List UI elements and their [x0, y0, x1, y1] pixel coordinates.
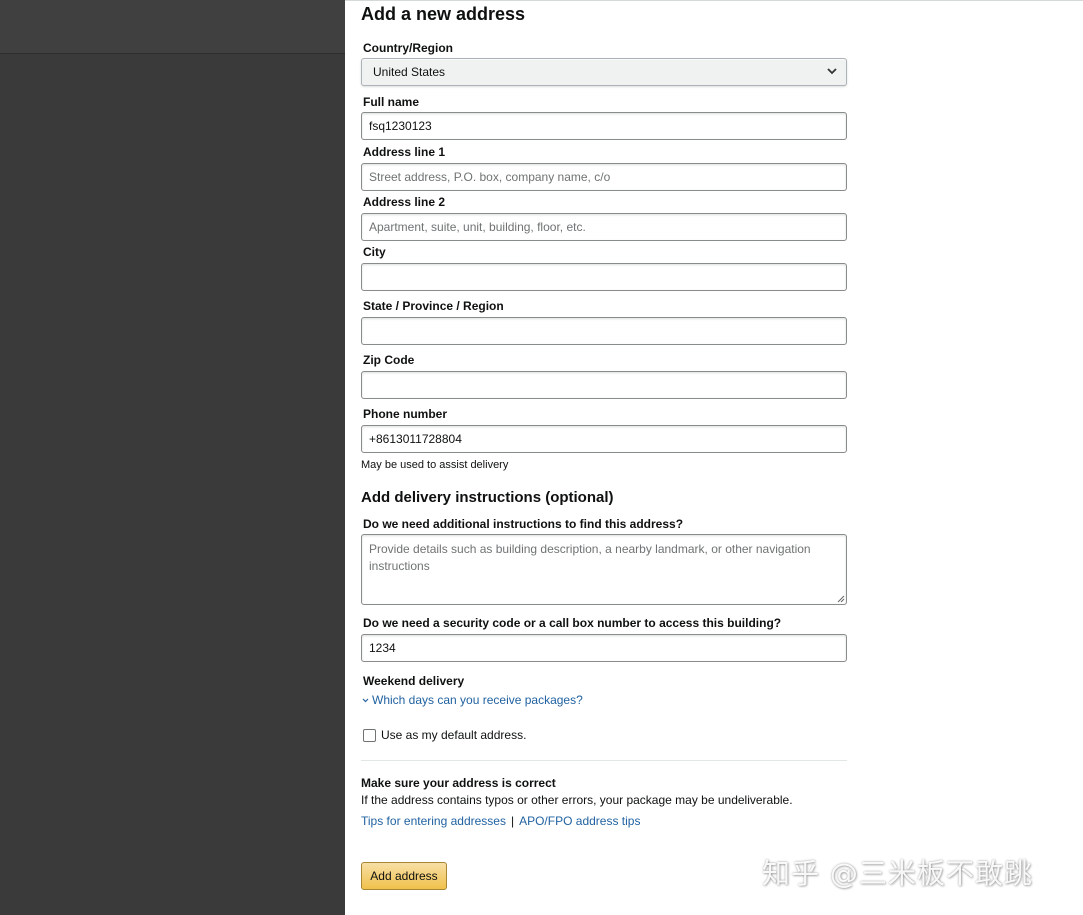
top-border [345, 0, 1083, 1]
chevron-down-icon [827, 68, 837, 75]
address-line1-input[interactable]: Street address, P.O. box, company name, … [361, 163, 847, 191]
zip-label: Zip Code [363, 353, 415, 367]
address-line2-label: Address line 2 [363, 195, 446, 209]
default-address-row[interactable]: Use as my default address. [363, 727, 526, 743]
state-label: State / Province / Region [363, 299, 504, 313]
address-line2-input[interactable]: Apartment, suite, unit, building, floor,… [361, 213, 847, 241]
resize-handle-icon[interactable] [836, 594, 845, 603]
city-input[interactable] [361, 263, 847, 291]
phone-input[interactable]: +8613011728804 [361, 425, 847, 453]
default-address-label: Use as my default address. [381, 728, 527, 742]
apo-fpo-tips-link[interactable]: APO/FPO address tips [519, 814, 640, 828]
find-address-textarea[interactable]: Provide details such as building descrip… [361, 534, 847, 605]
address-tips-links: Tips for entering addresses | APO/FPO addr… [361, 813, 640, 829]
city-label: City [363, 245, 386, 259]
security-code-input[interactable]: 1234 [361, 634, 847, 662]
security-code-label: Do we need a security code or a call box… [363, 616, 782, 630]
country-value: United States [373, 65, 446, 79]
watermark-text: 知乎 @三米板不敢跳 [762, 857, 1033, 890]
weekend-delivery-link[interactable]: Which days can you receive packages? [372, 692, 583, 708]
full-name-label: Full name [363, 95, 420, 109]
full-name-input[interactable]: fsq1230123 [361, 112, 847, 140]
address-notice-text: If the address contains typos or other e… [361, 793, 793, 807]
zip-input[interactable] [361, 371, 847, 399]
country-select[interactable]: United States [361, 58, 847, 86]
link-separator: | [510, 814, 515, 828]
find-address-label: Do we need additional instructions to fi… [363, 517, 684, 531]
dark-overlay-panel [0, 0, 345, 915]
state-input[interactable] [361, 317, 847, 345]
country-label: Country/Region [363, 41, 453, 55]
weekend-delivery-label: Weekend delivery [363, 674, 465, 688]
address-line1-label: Address line 1 [363, 145, 446, 159]
dark-header-bar [0, 0, 345, 54]
divider [361, 760, 847, 761]
add-address-button[interactable]: Add address [361, 862, 447, 890]
default-address-checkbox[interactable] [363, 728, 376, 742]
page-title: Add a new address [361, 4, 526, 24]
chevron-down-icon [362, 698, 369, 702]
phone-label: Phone number [363, 407, 448, 421]
tips-entering-addresses-link[interactable]: Tips for entering addresses [361, 814, 506, 828]
address-notice-title: Make sure your address is correct [361, 776, 556, 790]
weekend-delivery-expander[interactable]: Which days can you receive packages? [361, 692, 583, 708]
find-address-placeholder: Provide details such as building descrip… [369, 542, 811, 573]
delivery-instructions-title: Add delivery instructions (optional) [361, 489, 614, 506]
phone-hint: May be used to assist delivery [361, 459, 509, 471]
